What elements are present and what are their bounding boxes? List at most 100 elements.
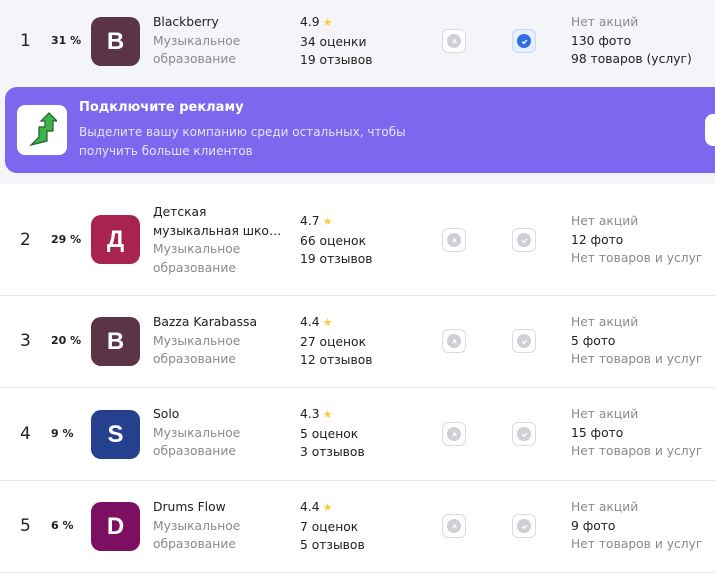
reviews-count: 3 отзывов bbox=[300, 445, 365, 459]
table-row[interactable]: 4 9 % S Solo Музыкальное образование 4.3… bbox=[0, 388, 715, 481]
star-icon: ★ bbox=[322, 316, 333, 329]
arrow-up-growth-icon bbox=[17, 105, 67, 155]
table-row[interactable]: 3 20 % B Bazza Karabassa Музыкальное обр… bbox=[0, 296, 715, 388]
rank-number: 4 bbox=[20, 424, 31, 444]
compass-badge-icon[interactable] bbox=[442, 228, 466, 252]
share-percent: 29 % bbox=[51, 233, 82, 246]
star-icon: ★ bbox=[322, 501, 333, 514]
ratings-count: 27 оценок bbox=[300, 334, 367, 349]
verified-check-icon[interactable] bbox=[512, 514, 536, 538]
stats-info: Нет акций 9 фото Нет товаров и услуг bbox=[571, 498, 702, 554]
company-info: Blackberry Музыкальное образование bbox=[153, 13, 283, 69]
category-line1: Музыкальное bbox=[153, 33, 241, 48]
photos-count: 15 фото bbox=[571, 425, 624, 440]
promo-action-button[interactable] bbox=[705, 114, 715, 146]
rank-number: 3 bbox=[20, 331, 31, 351]
compass-badge-icon[interactable] bbox=[442, 29, 466, 53]
stats-info: Нет акций 15 фото Нет товаров и услуг bbox=[571, 405, 702, 461]
avatar: S bbox=[91, 410, 140, 459]
avatar: B bbox=[91, 317, 140, 366]
goods-count: Нет товаров и услуг bbox=[571, 352, 703, 366]
ad-promo-banner[interactable]: Подключите рекламу Выделите вашу компани… bbox=[5, 87, 715, 173]
category-line2: образование bbox=[153, 260, 236, 275]
stats-info: Нет акций 130 фото 98 товаров (услуг) bbox=[571, 13, 692, 69]
category-line2: образование bbox=[153, 52, 236, 66]
avatar: Д bbox=[91, 215, 140, 264]
rating-info: 4.4 ★ 27 оценок 12 отзывов bbox=[300, 313, 373, 370]
rating-value: 4.3 bbox=[300, 407, 320, 421]
share-percent: 9 % bbox=[51, 427, 74, 440]
rating-info: 4.3 ★ 5 оценок 3 отзывов bbox=[300, 405, 365, 462]
rating-value: 4.7 bbox=[300, 214, 320, 228]
photos-count: 5 фото bbox=[571, 333, 616, 348]
promotions-status: Нет акций bbox=[571, 15, 639, 29]
company-name-line2[interactable]: музыкальная школ... bbox=[153, 222, 283, 241]
goods-count: Нет товаров и услуг bbox=[571, 444, 703, 458]
rating-info: 4.7 ★ 66 оценок 19 отзывов bbox=[300, 212, 373, 269]
goods-count: 98 товаров (услуг) bbox=[571, 52, 692, 66]
rating-info: 4.4 ★ 7 оценок 5 отзывов bbox=[300, 498, 365, 555]
goods-count: Нет товаров и услуг bbox=[571, 537, 703, 551]
compass-badge-icon[interactable] bbox=[442, 329, 466, 353]
reviews-count: 5 отзывов bbox=[300, 538, 365, 552]
category-line1: Музыкальное bbox=[153, 333, 241, 348]
verified-check-icon[interactable] bbox=[512, 29, 536, 53]
verified-check-icon[interactable] bbox=[512, 228, 536, 252]
promo-text: Выделите вашу компанию среди остальных, … bbox=[79, 125, 406, 158]
rating-value: 4.4 bbox=[300, 315, 320, 329]
company-name[interactable]: Bazza Karabassa bbox=[153, 313, 283, 332]
star-icon: ★ bbox=[322, 408, 333, 421]
ratings-count: 5 оценок bbox=[300, 426, 359, 441]
ratings-count: 66 оценок bbox=[300, 233, 367, 248]
category-line2: образование bbox=[153, 444, 236, 458]
company-name[interactable]: Solo bbox=[153, 405, 283, 424]
rank-number: 2 bbox=[20, 230, 31, 250]
table-row[interactable]: 5 6 % D Drums Flow Музыкальное образован… bbox=[0, 481, 715, 573]
table-row[interactable]: 1 31 % B Blackberry Музыкальное образова… bbox=[0, 0, 715, 184]
share-percent: 20 % bbox=[51, 334, 82, 347]
ratings-count: 34 оценки bbox=[300, 34, 367, 49]
promotions-status: Нет акций bbox=[571, 500, 639, 514]
category-line1: Музыкальное bbox=[153, 242, 241, 256]
table-row[interactable]: 2 29 % Д Детская музыкальная школ... Муз… bbox=[0, 186, 715, 296]
reviews-count: 12 отзывов bbox=[300, 353, 373, 367]
compass-badge-icon[interactable] bbox=[442, 422, 466, 446]
reviews-count: 19 отзывов bbox=[300, 252, 373, 266]
rank-number: 5 bbox=[20, 516, 31, 536]
compass-badge-icon[interactable] bbox=[442, 514, 466, 538]
photos-count: 12 фото bbox=[571, 232, 624, 247]
promo-title: Подключите рекламу bbox=[79, 100, 244, 115]
company-name[interactable]: Blackberry bbox=[153, 13, 283, 32]
rating-value: 4.9 bbox=[300, 15, 320, 29]
category-line1: Музыкальное bbox=[153, 425, 241, 440]
category-line2: образование bbox=[153, 352, 236, 366]
category-line1: Музыкальное bbox=[153, 518, 241, 533]
photos-count: 9 фото bbox=[571, 518, 616, 533]
avatar: D bbox=[91, 502, 140, 551]
avatar: B bbox=[91, 17, 140, 66]
rank-number: 1 bbox=[20, 31, 31, 51]
share-percent: 6 % bbox=[51, 519, 74, 532]
company-name[interactable]: Drums Flow bbox=[153, 498, 283, 517]
verified-check-icon[interactable] bbox=[512, 422, 536, 446]
ratings-count: 7 оценок bbox=[300, 519, 359, 534]
company-info: Drums Flow Музыкальное образование bbox=[153, 498, 283, 554]
company-name[interactable]: Детская bbox=[153, 203, 283, 222]
stats-info: Нет акций 5 фото Нет товаров и услуг bbox=[571, 313, 702, 369]
goods-count: Нет товаров и услуг bbox=[571, 251, 703, 265]
company-info: Детская музыкальная школ... Музыкальное … bbox=[153, 203, 283, 277]
category-line2: образование bbox=[153, 537, 236, 551]
star-icon: ★ bbox=[322, 215, 333, 228]
promotions-status: Нет акций bbox=[571, 214, 639, 228]
rating-info: 4.9 ★ 34 оценки 19 отзывов bbox=[300, 13, 373, 70]
promotions-status: Нет акций bbox=[571, 407, 639, 421]
promotions-status: Нет акций bbox=[571, 315, 639, 329]
company-info: Solo Музыкальное образование bbox=[153, 405, 283, 461]
stats-info: Нет акций 12 фото Нет товаров и услуг bbox=[571, 212, 702, 268]
star-icon: ★ bbox=[322, 16, 333, 29]
verified-check-icon[interactable] bbox=[512, 329, 536, 353]
company-info: Bazza Karabassa Музыкальное образование bbox=[153, 313, 283, 369]
reviews-count: 19 отзывов bbox=[300, 53, 373, 67]
rating-value: 4.4 bbox=[300, 500, 320, 514]
share-percent: 31 % bbox=[51, 34, 82, 47]
